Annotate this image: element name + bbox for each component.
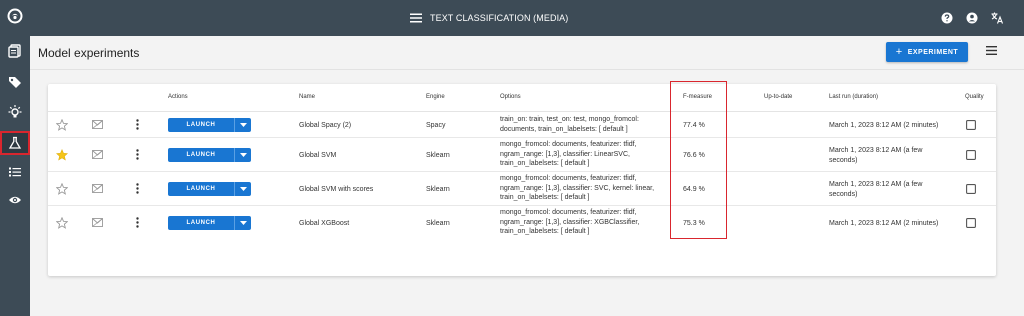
table-row: LAUNCH Global Spacy (2) Spacy train_on: … (48, 112, 996, 138)
header-quality: Quality (965, 94, 984, 100)
documents-icon (8, 44, 22, 58)
add-experiment-label: EXPERIMENT (907, 48, 959, 56)
sidebar (0, 0, 30, 316)
plus-icon: + (895, 46, 903, 58)
quality-checkbox[interactable] (966, 150, 976, 160)
launch-button[interactable]: LAUNCH (168, 118, 251, 132)
mail-off-icon[interactable] (92, 120, 103, 129)
lightbulb-icon (7, 104, 23, 120)
more-vert-icon[interactable] (136, 217, 139, 228)
f-measure-highlight (670, 81, 727, 239)
app-logo-icon[interactable] (0, 5, 30, 27)
caret-down-icon[interactable] (235, 153, 251, 157)
header-actions: Actions (168, 94, 188, 100)
sidebar-item-insights[interactable] (0, 101, 30, 123)
sidebar-item-monitor[interactable] (0, 189, 30, 211)
sidebar-item-labels[interactable] (0, 71, 30, 93)
model-name: Global Spacy (2) (299, 122, 352, 129)
translate-icon[interactable] (991, 12, 1004, 24)
more-vert-icon[interactable] (136, 183, 139, 194)
header-name: Name (299, 94, 316, 100)
mail-off-icon[interactable] (92, 150, 103, 159)
engine: Sklearn (426, 152, 450, 159)
model-name: Global SVM with scores (299, 186, 374, 193)
model-name: Global XGBoost (299, 220, 350, 227)
launch-button[interactable]: LAUNCH (168, 182, 251, 196)
app-title: TEXT CLASSIFICATION (MEDIA) (430, 13, 569, 23)
launch-button[interactable]: LAUNCH (168, 216, 251, 230)
model-name: Global SVM (299, 152, 337, 159)
header-options: Options (500, 94, 521, 100)
quality-checkbox[interactable] (966, 184, 976, 194)
sidebar-item-experiments[interactable] (0, 131, 30, 155)
mail-off-icon[interactable] (92, 184, 103, 193)
last-run: March 1, 2023 8:12 AM (a few seconds) (829, 147, 923, 164)
options: mongo_fromcol: documents, featurizer: tf… (500, 141, 637, 167)
tag-icon (8, 75, 22, 89)
engine: Sklearn (426, 220, 450, 227)
star-filled-icon[interactable] (56, 149, 68, 161)
last-run: March 1, 2023 8:12 AM (2 minutes) (829, 122, 939, 129)
star-outline-icon[interactable] (56, 183, 68, 195)
launch-button[interactable]: LAUNCH (168, 148, 251, 162)
sidebar-item-lists[interactable] (0, 161, 30, 183)
table-header: Actions Name Engine Options F-measure Up… (48, 84, 996, 112)
help-icon[interactable] (941, 12, 953, 24)
top-bar: TEXT CLASSIFICATION (MEDIA) (30, 0, 1024, 36)
add-experiment-button[interactable]: + EXPERIMENT (886, 42, 968, 62)
quality-checkbox[interactable] (966, 218, 976, 228)
caret-down-icon[interactable] (235, 187, 251, 191)
page-header: Model experiments + EXPERIMENT (30, 36, 1024, 70)
app-title-area: TEXT CLASSIFICATION (MEDIA) (410, 0, 568, 36)
table-row: LAUNCH Global XGBoost Sklearn mongo_from… (48, 206, 996, 240)
page-title: Model experiments (38, 46, 140, 60)
launch-label: LAUNCH (186, 152, 216, 158)
eye-icon (8, 193, 22, 207)
account-icon[interactable] (966, 12, 978, 24)
launch-label: LAUNCH (186, 122, 216, 128)
engine: Spacy (426, 122, 446, 129)
page-menu-icon[interactable] (986, 46, 997, 55)
main-content: Model experiments + EXPERIMENT Actions N… (30, 36, 1024, 316)
table-row: LAUNCH Global SVM Sklearn mongo_fromcol:… (48, 138, 996, 172)
mail-off-icon[interactable] (92, 218, 103, 227)
star-outline-icon[interactable] (56, 217, 68, 229)
caret-down-icon[interactable] (235, 221, 251, 225)
experiments-table: Actions Name Engine Options F-measure Up… (48, 84, 996, 276)
launch-label: LAUNCH (186, 186, 216, 192)
options: train_on: train, test_on: test, mongo_fr… (500, 116, 639, 133)
header-uptodate[interactable]: Up-to-date (764, 94, 792, 100)
header-last-run[interactable]: Last run (duration) (829, 94, 878, 100)
flask-icon (8, 136, 22, 150)
sidebar-item-documents[interactable] (0, 40, 30, 62)
options: mongo_fromcol: documents, featurizer: tf… (500, 209, 640, 235)
last-run: March 1, 2023 8:12 AM (2 minutes) (829, 220, 939, 227)
last-run: March 1, 2023 8:12 AM (a few seconds) (829, 181, 923, 198)
options: mongo_fromcol: documents, featurizer: tf… (500, 175, 655, 201)
quality-checkbox[interactable] (966, 120, 976, 130)
star-outline-icon[interactable] (56, 119, 68, 131)
menu-icon[interactable] (410, 13, 422, 23)
engine: Sklearn (426, 186, 450, 193)
more-vert-icon[interactable] (136, 119, 139, 130)
caret-down-icon[interactable] (235, 123, 251, 127)
table-row: LAUNCH Global SVM with scores Sklearn mo… (48, 172, 996, 206)
more-vert-icon[interactable] (136, 149, 139, 160)
launch-label: LAUNCH (186, 220, 216, 226)
header-engine: Engine (426, 94, 445, 100)
list-icon (8, 165, 22, 179)
